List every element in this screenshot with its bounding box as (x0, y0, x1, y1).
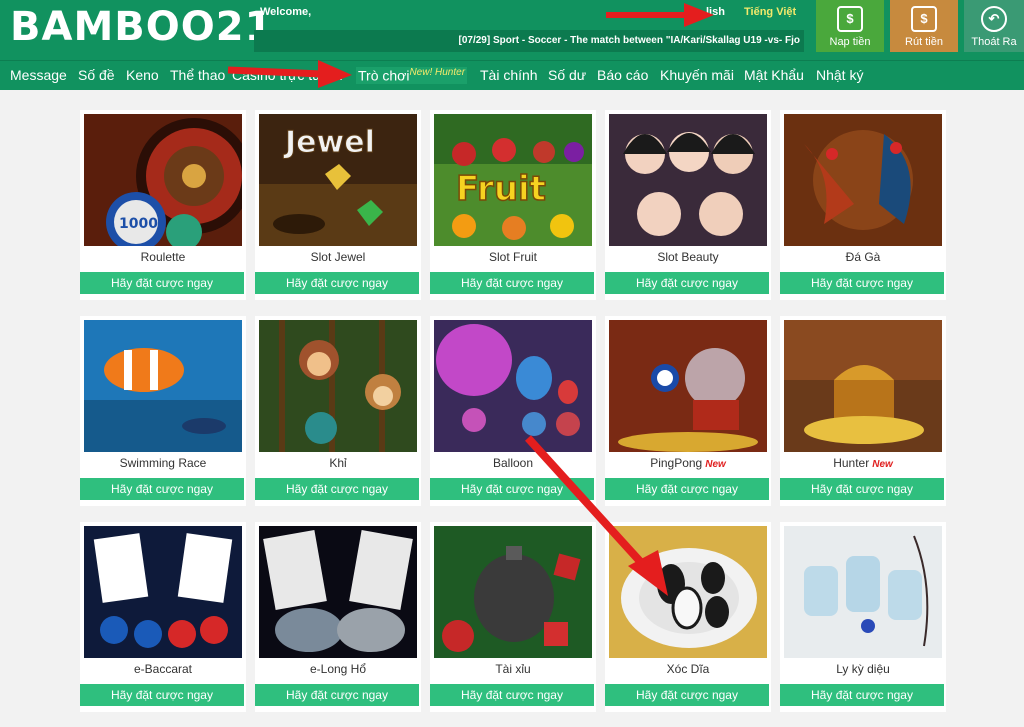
bet-now-button[interactable]: Hãy đặt cược ngay (255, 272, 419, 294)
game-title: PingPong New (605, 456, 771, 470)
logout-icon: ↶ (981, 6, 1007, 32)
bet-now-button[interactable]: Hãy đặt cược ngay (430, 272, 594, 294)
game-card-e-baccarat[interactable]: e-Baccarat Hãy đặt cược ngay (80, 522, 246, 712)
new-badge: New (705, 459, 726, 470)
game-title: Slot Fruit (488, 250, 537, 264)
xoc-dia-thumbnail[interactable] (609, 526, 767, 658)
nav-item-tro-choi[interactable]: Trò chơiNew! Hunter (356, 67, 468, 84)
bet-now-button[interactable]: Hãy đặt cược ngay (605, 684, 769, 706)
new-badge: New (872, 459, 893, 470)
slot-beauty-thumbnail[interactable] (609, 114, 767, 246)
game-title: Khỉ (329, 456, 347, 470)
game-title: Roulette (140, 250, 186, 264)
nav-item-tai-chinh[interactable]: Tài chính (480, 67, 538, 83)
deposit-button[interactable]: $ Nap tiền (816, 0, 884, 52)
bet-now-button[interactable]: Hãy đặt cược ngay (605, 272, 769, 294)
game-title: e-Baccarat (133, 662, 193, 676)
nav-item-bao-cao[interactable]: Báo cáo (597, 67, 648, 83)
nav-item-nhat-ky[interactable]: Nhật ký (816, 67, 863, 83)
roulette-chip-text: 1000 (119, 216, 158, 232)
nav-item-mat-khau[interactable]: Mật Khẩu (744, 67, 804, 83)
welcome-text: Welcome, (260, 6, 312, 18)
game-title: Balloon (492, 456, 534, 470)
game-title: Slot Beauty (657, 250, 719, 264)
bet-now-button[interactable]: Hãy đặt cược ngay (80, 478, 244, 500)
bet-now-button[interactable]: Hãy đặt cược ngay (430, 478, 594, 500)
deposit-label: Nap tiền (829, 36, 871, 48)
nav-item-so-de[interactable]: Số đề (78, 67, 115, 83)
e-baccarat-thumbnail[interactable] (84, 526, 242, 658)
nav-item-tro-choi-label: Trò chơi (358, 67, 410, 84)
bet-now-button[interactable]: Hãy đặt cược ngay (605, 478, 769, 500)
da-ga-thumbnail[interactable] (784, 114, 942, 246)
roulette-thumbnail[interactable]: 1000 (84, 114, 242, 246)
withdraw-button[interactable]: $ Rút tiền (890, 0, 958, 52)
game-title-text: Hunter (833, 456, 870, 470)
game-card-roulette[interactable]: 1000 Roulette Hãy đặt cược ngay (80, 110, 246, 300)
nav-item-casino[interactable]: Casino trực tuyến (232, 67, 343, 83)
bet-now-button[interactable]: Hãy đặt cược ngay (780, 478, 944, 500)
language-english-link[interactable]: lish (706, 6, 725, 18)
slot-fruit-logo-text: Fruit (456, 169, 546, 209)
slot-fruit-thumbnail[interactable]: Fruit (434, 114, 592, 246)
game-title: Swimming Race (119, 456, 207, 470)
logout-button[interactable]: ↶ Thoát Ra (964, 0, 1024, 52)
bet-now-button[interactable]: Hãy đặt cược ngay (80, 684, 244, 706)
game-card-e-long-ho[interactable]: e-Long Hổ Hãy đặt cược ngay (255, 522, 421, 712)
main-nav: Message Số đề Keno Thể thao Casino trực … (0, 60, 1024, 90)
logout-label: Thoát Ra (971, 36, 1017, 48)
nav-new-badge: New! Hunter (409, 67, 466, 78)
game-title: Đá Gà (845, 250, 881, 264)
nav-item-message[interactable]: Message (10, 67, 67, 83)
game-card-swimming-race[interactable]: Swimming Race Hãy đặt cược ngay (80, 316, 246, 506)
nav-item-the-thao[interactable]: Thể thao (170, 67, 225, 83)
withdraw-label: Rút tiền (905, 36, 943, 48)
game-card-xoc-dia[interactable]: Xóc Dĩa Hãy đặt cược ngay (605, 522, 771, 712)
game-title: Xóc Dĩa (666, 662, 710, 676)
site-logo[interactable]: BAMBOO21 (10, 4, 273, 50)
slot-jewel-logo-text: Jewel (283, 125, 375, 160)
game-card-khi[interactable]: Khỉ Hãy đặt cược ngay (255, 316, 421, 506)
e-long-ho-thumbnail[interactable] (259, 526, 417, 658)
tai-xiu-thumbnail[interactable] (434, 526, 592, 658)
bet-now-button[interactable]: Hãy đặt cược ngay (255, 478, 419, 500)
game-card-slot-beauty[interactable]: Slot Beauty Hãy đặt cược ngay (605, 110, 771, 300)
game-title: Ly kỳ diệu (836, 662, 890, 676)
top-header: BAMBOO21 Welcome, lish Tiếng Việt [07/29… (0, 0, 1024, 60)
ly-ky-dieu-thumbnail[interactable] (784, 526, 942, 658)
khi-thumbnail[interactable] (259, 320, 417, 452)
bet-now-button[interactable]: Hãy đặt cược ngay (80, 272, 244, 294)
game-card-slot-fruit[interactable]: Fruit Slot Fruit Hãy đặt cược ngay (430, 110, 596, 300)
bet-now-button[interactable]: Hãy đặt cược ngay (255, 684, 419, 706)
game-card-tai-xiu[interactable]: Tài xỉu Hãy đặt cược ngay (430, 522, 596, 712)
slot-jewel-thumbnail[interactable]: Jewel (259, 114, 417, 246)
bet-now-button[interactable]: Hãy đặt cược ngay (430, 684, 594, 706)
pingpong-thumbnail[interactable] (609, 320, 767, 452)
news-ticker: [07/29] Sport - Soccer - The match betwe… (254, 30, 804, 52)
bet-now-button[interactable]: Hãy đặt cược ngay (780, 684, 944, 706)
game-card-pingpong[interactable]: PingPong New Hãy đặt cược ngay (605, 316, 771, 506)
game-card-slot-jewel[interactable]: Jewel Slot Jewel Hãy đặt cược ngay (255, 110, 421, 300)
withdraw-icon: $ (911, 6, 937, 32)
game-card-ly-ky-dieu[interactable]: Ly kỳ diệu Hãy đặt cược ngay (780, 522, 946, 712)
game-title: Tài xỉu (495, 662, 531, 676)
game-card-hunter[interactable]: Hunter New Hãy đặt cược ngay (780, 316, 946, 506)
language-vietnamese-link[interactable]: Tiếng Việt (744, 6, 796, 18)
nav-item-so-du[interactable]: Số dư (548, 67, 586, 83)
bet-now-button[interactable]: Hãy đặt cược ngay (780, 272, 944, 294)
nav-item-khuyen-mai[interactable]: Khuyến mãi (660, 67, 734, 83)
balloon-thumbnail[interactable] (434, 320, 592, 452)
deposit-icon: $ (837, 6, 863, 32)
hunter-thumbnail[interactable] (784, 320, 942, 452)
game-title-text: PingPong (650, 456, 703, 470)
swimming-race-thumbnail[interactable] (84, 320, 242, 452)
game-title: Hunter New (780, 456, 946, 470)
game-card-balloon[interactable]: Balloon Hãy đặt cược ngay (430, 316, 596, 506)
game-title: Slot Jewel (310, 250, 366, 264)
nav-item-keno[interactable]: Keno (126, 67, 159, 83)
game-title: e-Long Hổ (309, 662, 367, 676)
game-card-da-ga[interactable]: Đá Gà Hãy đặt cược ngay (780, 110, 946, 300)
